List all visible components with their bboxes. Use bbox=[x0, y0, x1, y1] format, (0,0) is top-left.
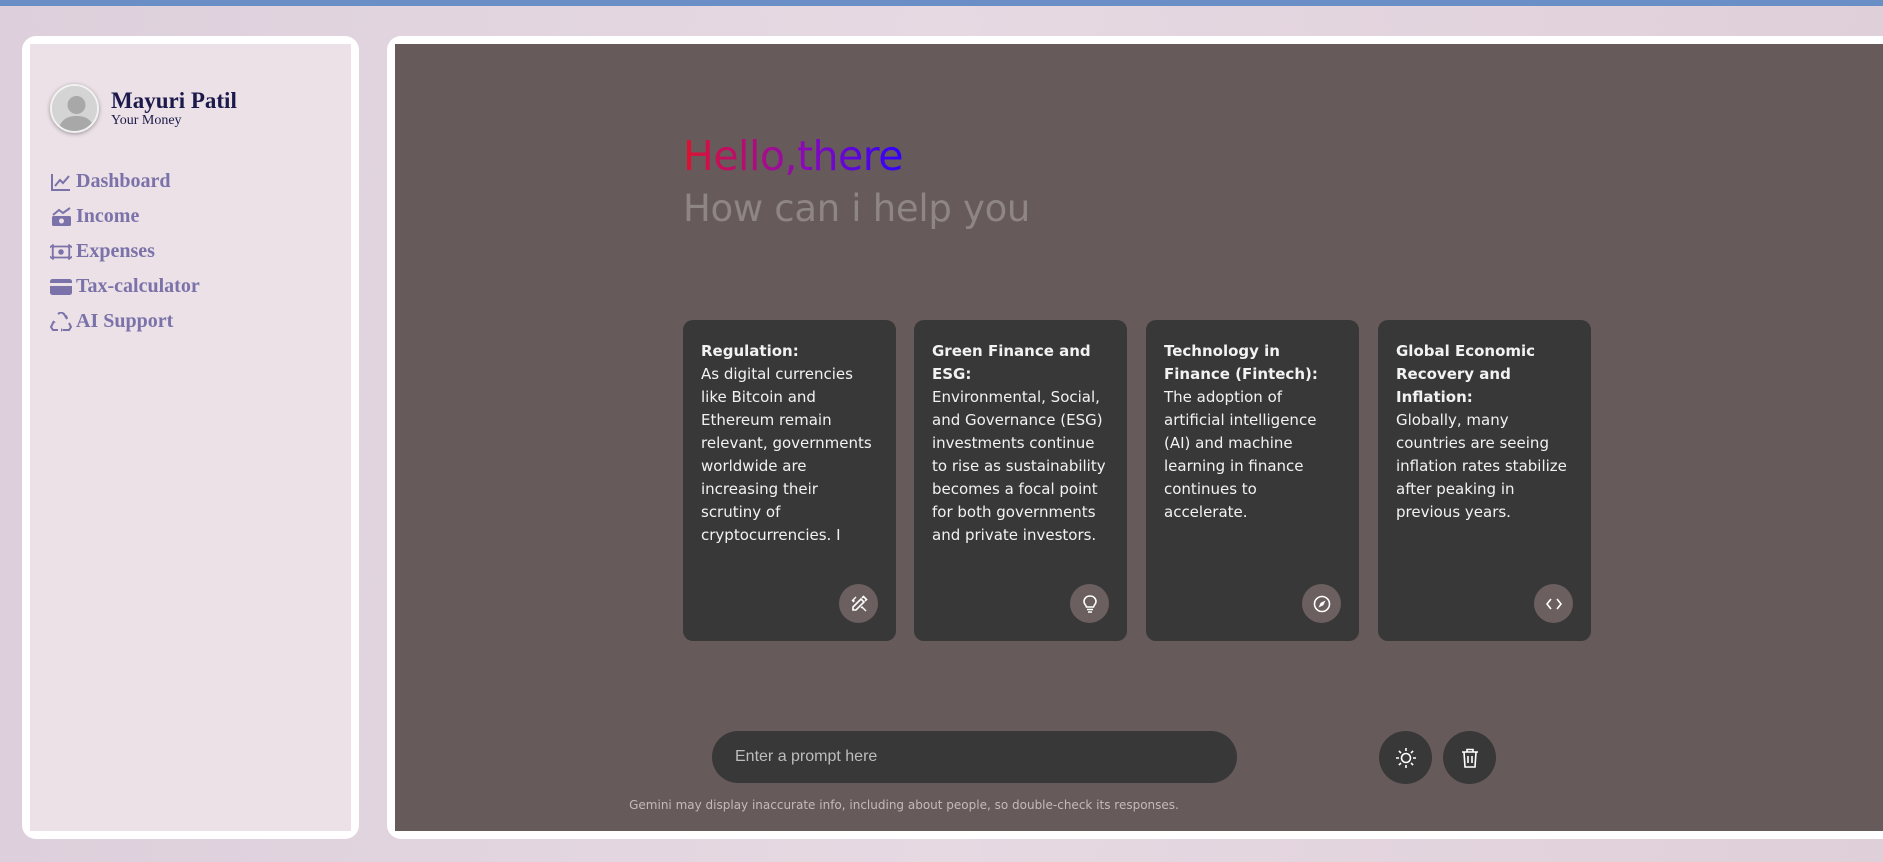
theme-toggle-button[interactable] bbox=[1379, 731, 1432, 784]
prompt-input[interactable] bbox=[712, 731, 1237, 783]
profile: Mayuri Patil Your Money bbox=[50, 84, 237, 133]
card-body: The adoption of artificial intelligence … bbox=[1164, 388, 1317, 521]
disclaimer-text: Gemini may display inaccurate info, incl… bbox=[629, 798, 1179, 812]
lightbulb-icon bbox=[1070, 584, 1109, 623]
suggestion-card-regulation[interactable]: Regulation: As digital currencies like B… bbox=[683, 320, 896, 641]
money-bill-transfer-icon bbox=[50, 241, 72, 263]
chart-line-icon bbox=[50, 171, 72, 193]
compass-icon bbox=[1302, 584, 1341, 623]
profile-name: Mayuri Patil bbox=[111, 88, 237, 113]
card-title: Global Economic Recovery and Inflation: bbox=[1396, 342, 1536, 406]
code-icon bbox=[1534, 584, 1573, 623]
sidebar-item-label: AI Support bbox=[76, 310, 174, 332]
window-top-bar bbox=[0, 0, 1883, 6]
recycle-icon bbox=[50, 311, 72, 333]
suggestion-card-green-finance[interactable]: Green Finance and ESG: Environmental, So… bbox=[914, 320, 1127, 641]
sidebar-item-label: Expenses bbox=[76, 240, 155, 262]
card-title: Green Finance and ESG: bbox=[932, 342, 1091, 383]
sidebar bbox=[30, 44, 351, 831]
money-bill-trend-icon bbox=[50, 206, 72, 228]
greeting-subtitle: How can i help you bbox=[683, 187, 1031, 230]
main-panel bbox=[395, 44, 1883, 831]
sidebar-item-dashboard[interactable]: Dashboard bbox=[50, 164, 200, 199]
sun-icon bbox=[1395, 747, 1416, 768]
profile-text: Mayuri Patil Your Money bbox=[111, 88, 237, 129]
card-title: Regulation: bbox=[701, 342, 799, 360]
sidebar-nav: Dashboard Income Expenses Tax-calculator… bbox=[50, 164, 200, 339]
delete-chat-button[interactable] bbox=[1443, 731, 1496, 784]
sidebar-item-tax-calculator[interactable]: Tax-calculator bbox=[50, 269, 200, 304]
greeting-title: Hello,there bbox=[683, 132, 903, 180]
user-avatar-icon bbox=[52, 86, 97, 131]
profile-subtitle: Your Money bbox=[111, 113, 182, 128]
credit-card-icon bbox=[50, 276, 72, 298]
sidebar-item-label: Dashboard bbox=[76, 170, 171, 192]
card-body: Globally, many countries are seeing infl… bbox=[1396, 411, 1567, 521]
card-body: As digital currencies like Bitcoin and E… bbox=[701, 365, 872, 544]
main-frame bbox=[387, 36, 1883, 839]
sidebar-item-expenses[interactable]: Expenses bbox=[50, 234, 200, 269]
sidebar-item-income[interactable]: Income bbox=[50, 199, 200, 234]
sidebar-item-label: Tax-calculator bbox=[76, 275, 200, 297]
suggestion-card-global-economy[interactable]: Global Economic Recovery and Inflation: … bbox=[1378, 320, 1591, 641]
suggestion-card-fintech[interactable]: Technology in Finance (Fintech): The ado… bbox=[1146, 320, 1359, 641]
sidebar-item-ai-support[interactable]: AI Support bbox=[50, 304, 200, 339]
trash-icon bbox=[1461, 748, 1478, 768]
card-title: Technology in Finance (Fintech): bbox=[1164, 342, 1318, 383]
avatar bbox=[50, 84, 99, 133]
sidebar-item-label: Income bbox=[76, 205, 140, 227]
pencil-ruler-icon bbox=[839, 584, 878, 623]
sidebar-frame bbox=[22, 36, 359, 839]
card-body: Environmental, Social, and Governance (E… bbox=[932, 388, 1106, 544]
